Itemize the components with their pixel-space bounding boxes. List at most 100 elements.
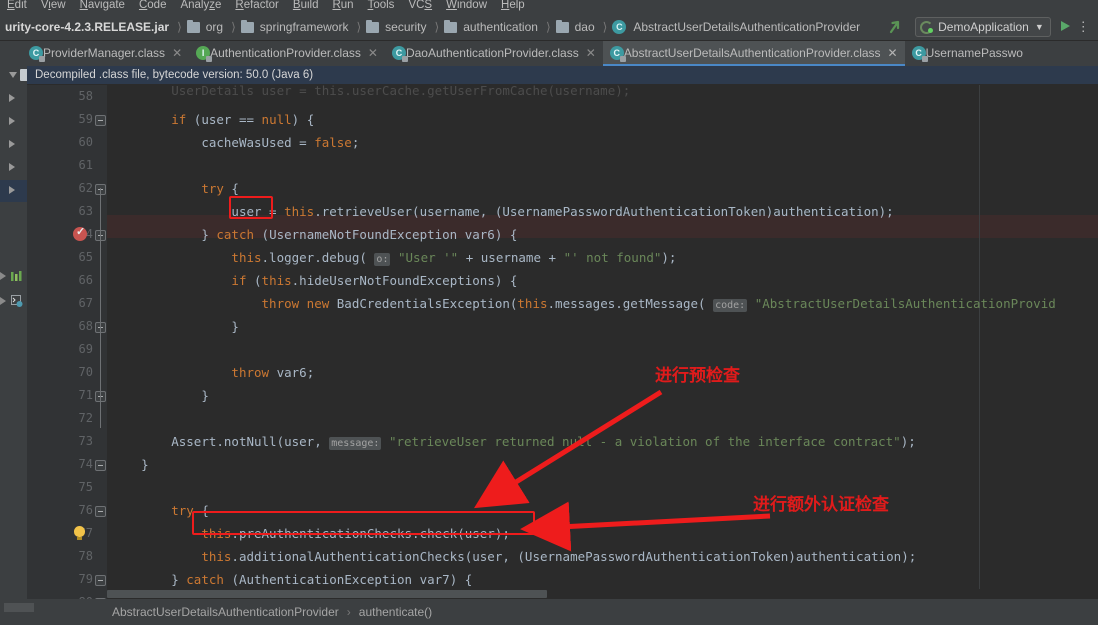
menu-item-vcs[interactable]: VCS xyxy=(401,0,439,12)
close-icon[interactable]: ✕ xyxy=(888,46,898,60)
run-button[interactable] xyxy=(1058,19,1072,36)
decompiled-notice-banner: Decompiled .class file, bytecode version… xyxy=(27,66,1098,85)
tool-window-arrow[interactable] xyxy=(0,272,6,280)
breadcrumb-springframework-label: springframework xyxy=(259,20,349,34)
class-icon: C xyxy=(29,46,45,62)
run-configuration-selector[interactable]: DemoApplication ▼ xyxy=(915,17,1051,37)
breadcrumb-separator: ⟩ xyxy=(545,20,551,34)
tab-label: DaoAuthenticationProvider.class xyxy=(405,46,579,60)
breadcrumb-jar[interactable]: urity-core-4.2.3.RELEASE.jar xyxy=(0,20,174,34)
code-line-77: this.preAuthenticationChecks.check(user)… xyxy=(201,526,510,541)
menu-item-run[interactable]: Run xyxy=(325,0,360,12)
breakpoint-icon[interactable] xyxy=(73,225,87,241)
breadcrumb-springframework[interactable]: springframework xyxy=(239,19,354,34)
class-icon: C xyxy=(612,20,627,34)
menu-item-code[interactable]: Code xyxy=(132,0,174,12)
line-number: 69 xyxy=(78,342,93,356)
fold-marker[interactable] xyxy=(95,575,106,586)
line-number: 71 xyxy=(78,388,93,402)
breadcrumb-security-label: security xyxy=(385,20,427,34)
line-number: 58 xyxy=(78,89,93,103)
parameter-hint: message: xyxy=(329,437,382,450)
tab-label: UsernamePasswo xyxy=(925,46,1023,60)
breadcrumb-separator: ⟩ xyxy=(602,20,608,34)
folder-icon xyxy=(555,19,569,33)
line-number: 61 xyxy=(78,158,93,172)
breadcrumb-dao-label: dao xyxy=(574,20,595,34)
menu-bar: EEditdit View Navigate Code Analyze Refa… xyxy=(0,0,1098,14)
breadcrumb-org[interactable]: org xyxy=(185,19,228,34)
code-line-60: cacheWasUsed = false; xyxy=(201,135,360,150)
tab-username-password[interactable]: C UsernamePasswo xyxy=(905,41,1030,66)
gutter-run-arrow[interactable] xyxy=(9,94,15,102)
gutter-run-arrow[interactable] xyxy=(9,140,15,148)
more-actions-icon[interactable]: ⋮ xyxy=(1077,19,1091,35)
menu-item-refactor[interactable]: Refactor xyxy=(228,0,285,12)
code-line-63: user = this.retrieveUser(username, (User… xyxy=(231,204,894,219)
tool-window-arrow[interactable] xyxy=(0,297,6,305)
fold-marker[interactable] xyxy=(95,460,106,471)
class-icon: C xyxy=(609,45,626,62)
editor-tab-bar: C ProviderManager.class ✕ I Authenticati… xyxy=(0,41,1098,66)
close-icon[interactable]: ✕ xyxy=(586,46,596,60)
breadcrumb-jar-label: urity-core-4.2.3.RELEASE.jar xyxy=(5,20,170,34)
code-text-area[interactable]: UserDetails user = this.userCache.getUse… xyxy=(107,85,1098,599)
tab-authentication-provider[interactable]: I AuthenticationProvider.class ✕ xyxy=(189,41,385,66)
line-number: 60 xyxy=(78,135,93,149)
tab-label: ProviderManager.class xyxy=(43,46,166,60)
menu-item-window[interactable]: Window xyxy=(439,0,494,12)
menu-item-build[interactable]: Build xyxy=(286,0,326,12)
tab-abstract-user-details-authentication-provider[interactable]: C AbstractUserDetailsAuthenticationProvi… xyxy=(602,41,905,66)
code-line-74: } xyxy=(141,457,149,472)
horizontal-scrollbar-track[interactable] xyxy=(107,589,1098,599)
line-number: 63 xyxy=(78,204,93,218)
line-number: 62 xyxy=(78,181,93,195)
breadcrumb-separator: ⟩ xyxy=(356,20,362,34)
menu-item-analyze[interactable]: Analyze xyxy=(173,0,228,12)
status-class-name[interactable]: AbstractUserDetailsAuthenticationProvide… xyxy=(112,605,339,619)
breadcrumb-authentication[interactable]: authentication xyxy=(442,19,543,34)
menu-item-view[interactable]: View xyxy=(34,0,73,12)
breadcrumb-class[interactable]: C AbstractUserDetailsAuthenticationProvi… xyxy=(610,20,865,34)
status-method-name[interactable]: authenticate() xyxy=(359,605,432,619)
line-number: 70 xyxy=(78,365,93,379)
breadcrumb-dao[interactable]: dao xyxy=(554,19,600,34)
folder-icon xyxy=(444,19,458,33)
code-line-65: this.logger.debug( o: "User '" + usernam… xyxy=(231,250,677,266)
line-number: 80 xyxy=(79,591,93,599)
breadcrumb-security[interactable]: security xyxy=(364,19,431,34)
line-number: 59 xyxy=(78,112,93,126)
intention-bulb-icon[interactable] xyxy=(74,526,85,540)
gutter-run-arrow[interactable] xyxy=(9,117,15,125)
menu-item-tools[interactable]: Tools xyxy=(361,0,402,12)
menu-item-edit[interactable]: EEditdit xyxy=(0,0,34,12)
terminal-icon[interactable] xyxy=(11,294,23,307)
close-icon[interactable]: ✕ xyxy=(368,46,378,60)
fold-marker[interactable] xyxy=(95,506,106,517)
decompiled-notice-text: Decompiled .class file, bytecode version… xyxy=(35,69,314,81)
code-line-67: throw new BadCredentialsException(this.m… xyxy=(261,296,1056,312)
gutter-run-arrow[interactable] xyxy=(9,163,15,171)
close-icon[interactable]: ✕ xyxy=(172,46,182,60)
menu-item-help[interactable]: Help xyxy=(494,0,532,12)
code-line-79: } catch (AuthenticationException var7) { xyxy=(171,572,473,587)
annotation-note-additional-check: 进行额外认证检查 xyxy=(753,495,889,515)
tab-provider-manager[interactable]: C ProviderManager.class ✕ xyxy=(22,41,189,66)
fold-marker[interactable] xyxy=(95,115,106,126)
tab-dao-authentication-provider[interactable]: C DaoAuthenticationProvider.class ✕ xyxy=(385,41,603,66)
horizontal-scrollbar-thumb[interactable] xyxy=(107,590,547,598)
navigate-up-icon[interactable] xyxy=(887,17,907,37)
menu-item-navigate[interactable]: Navigate xyxy=(73,0,132,12)
structure-toggle-icon[interactable] xyxy=(9,72,17,78)
gutter-run-arrow-selected[interactable] xyxy=(9,186,15,194)
analytics-icon[interactable] xyxy=(11,269,22,281)
editor-gutter[interactable]: 58 59 60 61 62 63 64 65 66 6 xyxy=(27,85,107,599)
code-editor[interactable]: 58 59 60 61 62 63 64 65 66 6 xyxy=(27,85,1098,599)
breadcrumb-separator: ⟩ xyxy=(231,20,236,34)
line-number: 72 xyxy=(78,411,93,425)
code-line-70: throw var6; xyxy=(231,365,315,380)
code-line-71: } xyxy=(201,388,209,403)
code-line-78: this.additionalAuthenticationChecks(user… xyxy=(201,549,917,564)
navigation-bar: urity-core-4.2.3.RELEASE.jar ⟩ org ⟩ spr… xyxy=(0,14,1098,41)
